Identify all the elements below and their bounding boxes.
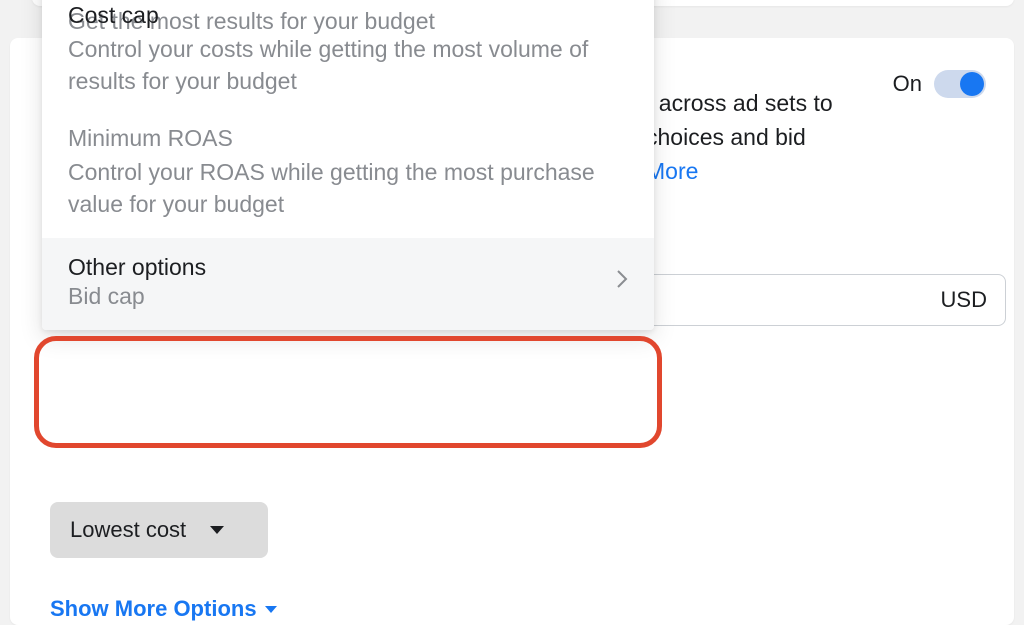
dropdown-other-options[interactable]: Other options Bid cap — [42, 238, 654, 330]
option-desc: Control your ROAS while getting the most… — [68, 156, 628, 220]
currency-label: USD — [941, 287, 987, 313]
option-group-title: Other options — [68, 254, 616, 281]
show-more-options-link[interactable]: Show More Options — [50, 596, 277, 622]
optimization-toggle[interactable] — [934, 70, 986, 98]
toggle-row: On — [893, 70, 986, 98]
option-group-text: Other options Bid cap — [68, 254, 616, 310]
chevron-right-icon — [616, 269, 628, 295]
bid-strategy-selector[interactable]: Lowest cost — [50, 502, 268, 558]
budget-currency-field[interactable]: USD — [646, 274, 1006, 326]
option-desc: Control your costs while getting the mos… — [68, 33, 628, 97]
toggle-knob — [960, 72, 984, 96]
dropdown-option-minimum-roas: Minimum ROAS Control your ROAS while get… — [42, 115, 654, 238]
option-title: Minimum ROAS — [68, 125, 628, 152]
toggle-label: On — [893, 71, 922, 97]
show-more-label: Show More Options — [50, 596, 257, 622]
desc-line1: t across ad sets to — [646, 90, 833, 116]
description-partial: t across ad sets to choices and bid More — [646, 86, 833, 188]
bid-strategy-dropdown: Lowest cost Get the most results for you… — [42, 0, 654, 330]
caret-down-icon — [210, 526, 224, 534]
selector-label: Lowest cost — [70, 517, 186, 543]
caret-down-icon — [265, 606, 277, 613]
desc-line2: choices and bid — [646, 124, 806, 150]
option-group-sub: Bid cap — [68, 283, 616, 310]
